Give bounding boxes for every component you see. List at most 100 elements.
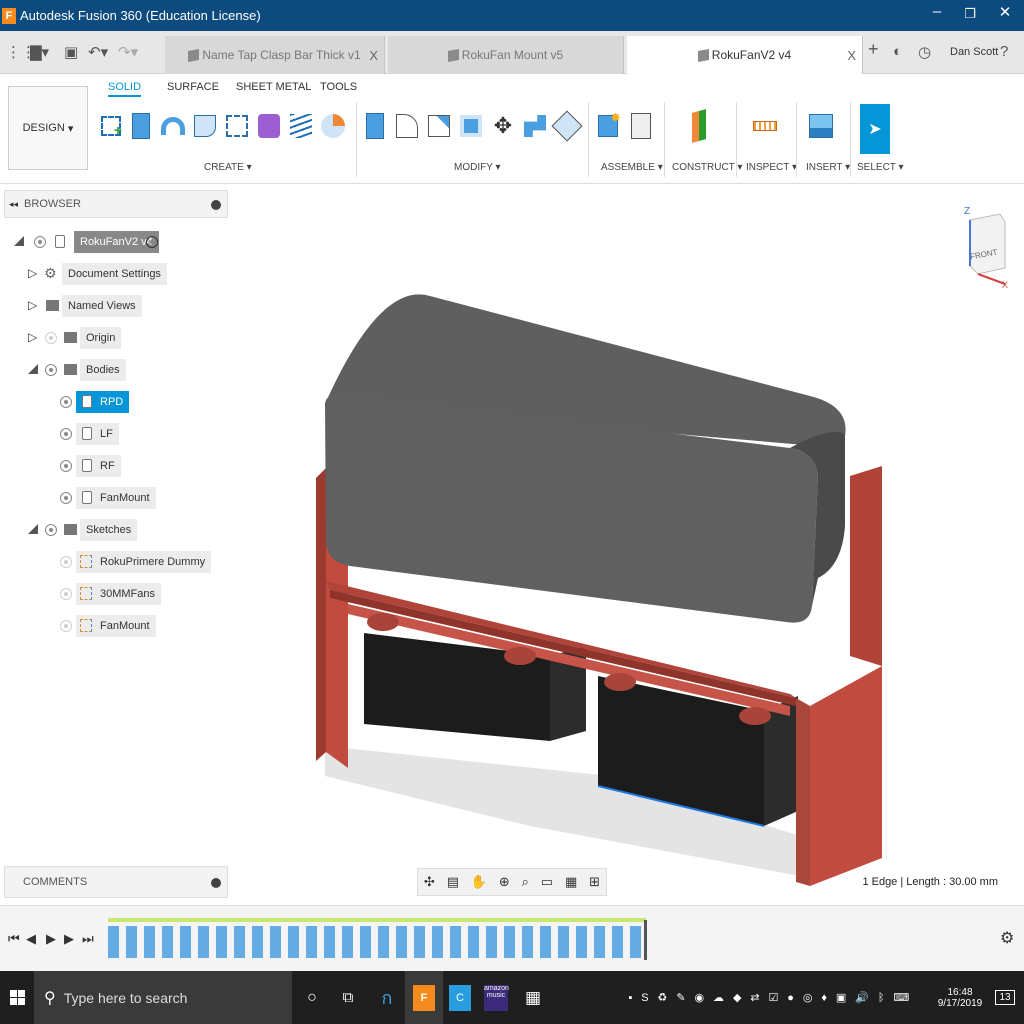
tab-solid[interactable]: SOLID [108,81,142,97]
visibility-eye-icon[interactable] [60,396,72,408]
hidden-eye-icon[interactable] [60,556,72,568]
create-sketch-icon[interactable]: + [98,104,124,148]
timeline-features[interactable] [108,926,646,958]
expand-triangle-icon[interactable] [28,524,38,534]
activate-radio-icon[interactable] [146,236,158,248]
extrude-icon[interactable] [128,104,154,148]
new-component-icon[interactable]: ✸ [595,104,621,148]
expand-arrow-icon[interactable]: ▷ [28,298,37,312]
sweep-icon[interactable] [192,104,218,148]
windows-start-icon[interactable] [0,971,34,1024]
tab-rokufanv2[interactable]: RokuFanV2 v4 X [627,36,863,74]
task-view-icon[interactable]: ⧉ [336,971,360,1024]
fit-icon[interactable]: ⌕ [522,874,529,890]
inspect-group-label[interactable]: INSPECT ▾ [746,162,797,173]
select-icon[interactable]: ➤ [860,104,890,154]
tab-close-button[interactable]: X [369,48,378,63]
visibility-eye-icon[interactable] [60,460,72,472]
create-group-label[interactable]: CREATE ▾ [204,162,252,173]
panel-options-icon[interactable] [211,878,221,888]
modify-group-label[interactable]: MODIFY ▾ [454,162,501,173]
tray-app-icon[interactable]: ◉ [694,991,704,1004]
revolve-icon[interactable] [160,104,186,148]
tray-app-icon[interactable]: ✎ [676,991,685,1004]
grid-settings-icon[interactable]: ▦ [565,874,577,890]
expand-triangle-icon[interactable] [28,364,38,374]
tray-app-icon[interactable]: ⇄ [750,991,759,1004]
go-to-end-icon[interactable]: ⏭ [82,931,94,947]
combine-icon[interactable] [522,104,548,148]
help-icon[interactable]: ? [1000,43,1008,60]
tab-name-tap-clasp[interactable]: Name Tap Clasp Bar Thick v1 X [165,36,385,74]
tray-app-icon[interactable]: ◆ [733,991,741,1004]
tab-rokufan-mount[interactable]: RokuFan Mount v5 [388,36,624,74]
save-icon[interactable]: ▣ [64,43,78,61]
step-back-icon[interactable]: ◀ [26,931,36,947]
system-clock[interactable]: 16:48 9/17/2019 [934,971,986,1024]
select-group-label[interactable]: SELECT ▾ [857,162,904,173]
file-menu-icon[interactable]: ▇▾ [30,43,49,61]
measure-icon[interactable] [752,104,778,148]
viewports-icon[interactable]: ⊞ [589,874,600,890]
gear-icon[interactable]: ⚙ [1000,928,1014,948]
redo-icon[interactable]: ↷▾ [118,43,138,61]
visibility-eye-icon[interactable] [60,428,72,440]
pinned-app-icon[interactable]: ก [372,971,402,1024]
chamfer-icon[interactable] [426,104,452,148]
pan-hand-icon[interactable]: ✋ [471,874,487,890]
press-pull-icon[interactable] [362,104,388,148]
joint-icon[interactable] [628,104,654,148]
undo-icon[interactable]: ↶▾ [88,43,108,61]
expand-arrow-icon[interactable]: ▷ [28,266,37,280]
volume-icon[interactable]: 🔊 [855,991,869,1004]
tray-app-icon[interactable]: ● [787,992,794,1004]
orbit-icon[interactable]: ✣ [424,874,435,890]
user-name[interactable]: Dan Scott [950,46,998,58]
construct-group-label[interactable]: CONSTRUCT ▾ [672,162,742,173]
cortana-icon[interactable]: ○ [300,971,324,1024]
tray-app-icon[interactable]: ▣ [836,991,846,1004]
hidden-eye-icon[interactable] [60,588,72,600]
zoom-icon[interactable]: ⊕ [499,874,510,890]
new-tab-icon[interactable]: + [868,39,879,60]
hidden-eye-icon[interactable] [60,620,72,632]
system-tray-icons[interactable]: ▪ S ♻ ✎ ◉ ☁ ◆ ⇄ ☑ ● ◎ ♦ ▣ 🔊 ᛒ ⌨ [624,971,914,1024]
timeline-marker[interactable] [644,920,647,960]
tray-app-icon[interactable]: ♻ [658,991,668,1004]
workspace-switcher[interactable]: DESIGN ▾ [8,86,88,170]
visibility-eye-icon[interactable] [34,236,46,248]
maximize-button[interactable]: ❐ [955,6,985,22]
collapse-icon[interactable]: ◂◂ [9,199,18,210]
notification-center-icon[interactable]: 13 [990,971,1020,1024]
3d-viewport[interactable]: Z FRONT X [230,186,1024,902]
tab-tools[interactable]: TOOLS [320,81,357,93]
create-pattern-icon[interactable] [320,104,346,148]
offset-plane-icon[interactable] [686,104,712,148]
taskbar-search-box[interactable]: ⚲ Type here to search [34,971,292,1024]
tray-app-icon[interactable]: ▪ [628,992,632,1004]
skype-icon[interactable]: S [641,992,648,1004]
keyboard-icon[interactable]: ⌨ [893,991,909,1004]
tab-surface[interactable]: SURFACE [167,81,219,93]
model-render[interactable] [230,186,1024,902]
comments-panel-header[interactable]: COMMENTS [4,866,228,898]
clock-icon[interactable]: ◷ [918,43,931,61]
minimize-button[interactable]: – [922,3,952,20]
visibility-eye-icon[interactable] [45,524,57,536]
bluetooth-icon[interactable]: ᛒ [878,992,885,1004]
visibility-eye-icon[interactable] [45,364,57,376]
fillet-icon[interactable] [394,104,420,148]
job-status-icon[interactable]: ◐ [893,43,902,60]
hidden-eye-icon[interactable] [45,332,57,344]
move-icon[interactable]: ✥ [490,104,516,148]
loft-icon[interactable] [224,104,250,148]
tray-app-icon[interactable]: ◎ [803,991,813,1004]
amazon-music-icon[interactable]: amazon music [480,971,512,1024]
step-forward-icon[interactable]: ▶ [64,931,74,947]
expand-arrow-icon[interactable]: ▷ [28,330,37,344]
tray-app-icon[interactable]: ☑ [768,991,778,1004]
visibility-eye-icon[interactable] [60,492,72,504]
cloud-icon[interactable]: ☁ [713,991,724,1004]
fusion-360-taskbar-icon[interactable]: F [405,971,443,1024]
insert-image-icon[interactable] [808,104,834,148]
